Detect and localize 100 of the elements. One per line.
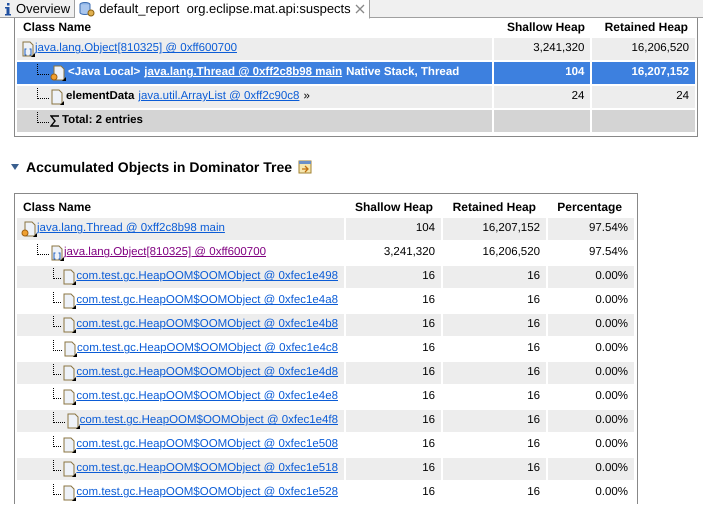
table-cell: 16 (346, 314, 441, 336)
total-label: Total: 2 entries (62, 113, 143, 128)
table-cell-text: 0.00% (594, 389, 629, 404)
table-cell-text: 16 (421, 341, 436, 356)
table-cell-text: 0.00% (594, 341, 629, 356)
tree-cell[interactable]: com.test.gc.HeapOOM$OOMObject @ 0xfec1e4a8 (17, 290, 344, 312)
table-cell-text: 16 (526, 389, 541, 404)
table-cell-text: 0.00% (594, 293, 629, 308)
table-cell-text: 16,206,520 (481, 245, 541, 260)
tree-cell[interactable]: <Java Local> java.lang.Thread @ 0xff2c8b98 main Native Stack, Thread (17, 62, 492, 84)
table-cell: 24 (592, 86, 695, 108)
column-header: Class Name (22, 199, 92, 216)
close-icon[interactable] (354, 4, 365, 14)
tree-cell[interactable]: com.test.gc.HeapOOM$OOMObject @ 0xfec1e4f8 (17, 410, 344, 432)
object-link[interactable]: com.test.gc.HeapOOM$OOMObject @ 0xfec1e528 (76, 484, 338, 502)
column-header: Retained Heap (604, 19, 689, 36)
tree-cell[interactable]: com.test.gc.HeapOOM$OOMObject @ 0xfec1e508 (17, 434, 344, 456)
tree-cell[interactable]: com.test.gc.HeapOOM$OOMObject @ 0xfec1e4e8 (17, 386, 344, 408)
object-link[interactable]: com.test.gc.HeapOOM$OOMObject @ 0xfec1e4d8 (76, 364, 338, 382)
object-link[interactable]: com.test.gc.HeapOOM$OOMObject @ 0xfec1e4e8 (76, 388, 338, 406)
tree-cell[interactable]: com.test.gc.HeapOOM$OOMObject @ 0xfec1e518 (17, 458, 344, 480)
table-cell: 0.00% (548, 410, 634, 432)
column-header: Percentage (556, 199, 623, 216)
thread-object-icon (21, 221, 37, 237)
sum-icon (50, 114, 60, 128)
table-cell: 16 (443, 314, 546, 336)
object-icon (66, 413, 80, 429)
table-cell: 16 (443, 458, 546, 480)
table-cell: 16 (346, 266, 441, 288)
table-cell-text: 0.00% (594, 437, 629, 452)
object-icon (62, 365, 76, 381)
object-icon (62, 461, 76, 477)
table-cell: 16,207,152 (443, 218, 546, 240)
table-cell: 16 (346, 458, 441, 480)
column-header: Class Name (22, 19, 92, 36)
tree-cell[interactable]: com.test.gc.HeapOOM$OOMObject @ 0xfec1e498 (17, 266, 344, 288)
object-icon (62, 485, 76, 501)
table-cell-text: 0.00% (594, 485, 629, 500)
tree-cell[interactable]: com.test.gc.HeapOOM$OOMObject @ 0xfec1e528 (17, 482, 344, 504)
table-cell-text: 16 (526, 437, 541, 452)
table-cell-text: 16 (421, 293, 436, 308)
database-icon (79, 1, 96, 17)
object-icon (62, 437, 76, 453)
table-cell-text: 16 (421, 437, 436, 452)
array-icon (50, 245, 64, 261)
object-link[interactable]: java.lang.Thread @ 0xff2c8b98 main (37, 220, 225, 238)
object-link[interactable]: com.test.gc.HeapOOM$OOMObject @ 0xfec1e4b8 (76, 316, 338, 334)
tab[interactable]: default_report org.eclipse.mat.api:suspects (75, 0, 370, 19)
tree-cell[interactable]: java.lang.Thread @ 0xff2c8b98 main (17, 218, 344, 240)
row-detail: » (303, 89, 310, 104)
table-cell-text: 16 (526, 341, 541, 356)
column-header: Shallow Heap (354, 199, 434, 216)
query-icon (298, 160, 312, 174)
table-cell: 104 (494, 62, 590, 84)
table-cell-text: 16 (526, 293, 541, 308)
object-link[interactable]: java.util.ArrayList @ 0xff2c90c8 (138, 88, 300, 106)
object-link[interactable]: com.test.gc.HeapOOM$OOMObject @ 0xfec1e508 (76, 436, 338, 454)
column-header: Shallow Heap (506, 19, 586, 36)
table-cell: 0.00% (548, 314, 634, 336)
table-cell-text: 16 (526, 485, 541, 500)
object-icon (62, 389, 76, 405)
tree-cell[interactable]: com.test.gc.HeapOOM$OOMObject @ 0xfec1e4c8 (17, 338, 344, 360)
table-cell: 16 (346, 410, 441, 432)
info-icon (4, 2, 12, 16)
object-icon (62, 317, 76, 333)
object-link[interactable]: com.test.gc.HeapOOM$OOMObject @ 0xfec1e4a8 (76, 292, 338, 310)
row-detail: Native Stack, Thread (346, 65, 460, 80)
tree-cell[interactable]: java.lang.Object[810325] @ 0xff600700 (17, 242, 344, 264)
table-cell: 0.00% (548, 362, 634, 384)
table-cell: 16 (443, 266, 546, 288)
tree-cell[interactable]: com.test.gc.HeapOOM$OOMObject @ 0xfec1e4d8 (17, 362, 344, 384)
table-cell-text: 97.54% (588, 245, 629, 260)
object-link[interactable]: com.test.gc.HeapOOM$OOMObject @ 0xfec1e518 (76, 460, 338, 478)
object-link[interactable]: java.lang.Object[810325] @ 0xff600700 (64, 244, 266, 262)
object-link[interactable]: com.test.gc.HeapOOM$OOMObject @ 0xfec1e498 (76, 268, 338, 286)
tree-cell[interactable]: com.test.gc.HeapOOM$OOMObject @ 0xfec1e4b8 (17, 314, 344, 336)
table-cell-text: 3,241,320 (382, 245, 436, 260)
object-link[interactable]: com.test.gc.HeapOOM$OOMObject @ 0xfec1e4f8 (80, 412, 338, 430)
row-label: elementData (66, 89, 134, 104)
object-link[interactable]: com.test.gc.HeapOOM$OOMObject @ 0xfec1e4c8 (77, 340, 338, 358)
object-link[interactable]: java.lang.Thread @ 0xff2c8b98 main (144, 64, 342, 82)
table-cell: 0.00% (548, 458, 634, 480)
thread-object-icon (50, 65, 66, 81)
object-link[interactable]: java.lang.Object[810325] @ 0xff600700 (35, 40, 237, 58)
table-cell: 97.54% (548, 218, 634, 240)
table-cell: 16 (346, 362, 441, 384)
table-cell: 3,241,320 (494, 38, 590, 60)
object-icon (62, 293, 76, 309)
table-cell-text: 16 (421, 485, 436, 500)
table-cell-text: 16 (421, 389, 436, 404)
collapse-icon[interactable] (10, 163, 20, 171)
column-header: Retained Heap (452, 199, 537, 216)
table-cell: 24 (494, 86, 590, 108)
tree-cell[interactable]: Total: 2 entries (17, 110, 492, 132)
table-cell: 104 (346, 218, 441, 240)
object-icon (62, 269, 76, 285)
table-cell: 0.00% (548, 266, 634, 288)
array-icon (21, 41, 35, 57)
tree-cell[interactable]: elementData java.util.ArrayList @ 0xff2c90c8 » (17, 86, 492, 108)
tree-cell[interactable]: java.lang.Object[810325] @ 0xff600700 (17, 38, 492, 60)
